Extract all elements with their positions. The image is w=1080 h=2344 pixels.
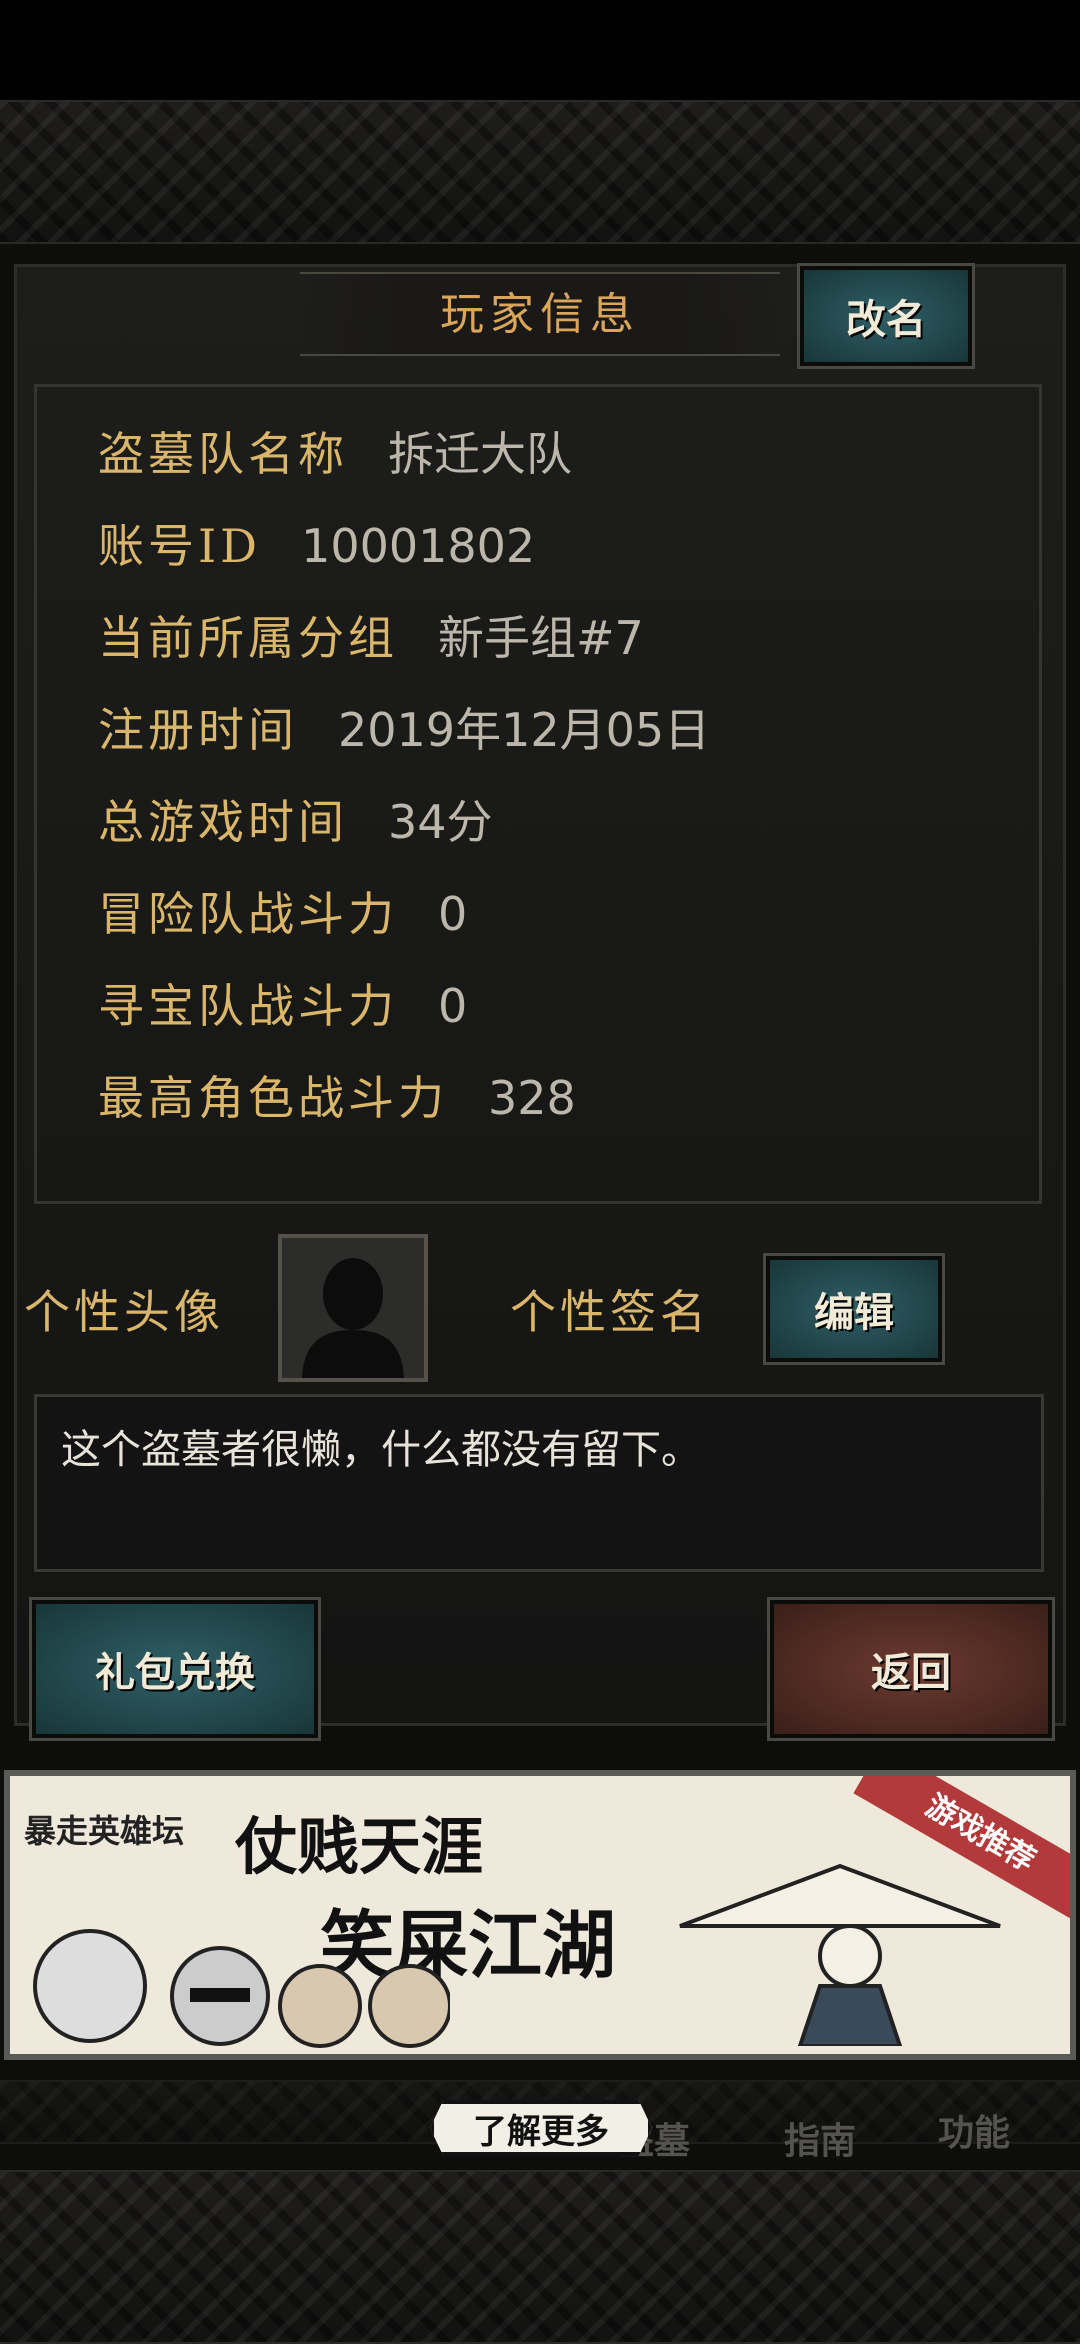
info-label: 最高角色战斗力 <box>98 1071 448 1125</box>
ad-banner[interactable]: 暴走英雄坛 仗贱天涯 笑屎江湖 游戏推荐 <box>4 1770 1076 2060</box>
info-label: 总游戏时间 <box>98 795 348 849</box>
info-label: 注册时间 <box>98 703 298 757</box>
edit-signature-button[interactable]: 编辑 <box>763 1253 945 1365</box>
info-value: 0 <box>438 979 468 1033</box>
info-row-treasure-power: 寻宝队战斗力 0 <box>98 970 467 1036</box>
info-row-team-name: 盗墓队名称 拆迁大队 <box>98 418 572 484</box>
back-button[interactable]: 返回 <box>767 1597 1055 1741</box>
info-row-register-time: 注册时间 2019年12月05日 <box>98 694 710 760</box>
info-label: 冒险队战斗力 <box>98 887 398 941</box>
info-value: 34分 <box>388 795 493 849</box>
info-value: 10001802 <box>301 519 536 573</box>
info-label: 盗墓队名称 <box>98 427 348 481</box>
info-row-play-time: 总游戏时间 34分 <box>98 786 493 852</box>
info-label: 寻宝队战斗力 <box>98 979 398 1033</box>
ad-headline-1: 仗贱天涯 <box>235 1810 484 1883</box>
avatar-silhouette-icon <box>282 1238 424 1378</box>
info-label: 账号ID <box>98 519 262 573</box>
stone-frieze-top <box>0 100 1080 244</box>
ad-faces-illustration-icon <box>33 1929 450 2048</box>
signature-text: 这个盗墓者很懒，什么都没有留下。 <box>34 1394 1044 1572</box>
rename-button[interactable]: 改名 <box>797 263 975 369</box>
info-value: 2019年12月05日 <box>338 703 711 757</box>
info-row-adventure-power: 冒险队战斗力 0 <box>98 878 467 944</box>
info-value: 新手组#7 <box>438 611 644 665</box>
nav-item-functions[interactable]: 功能 <box>938 2104 1010 2156</box>
gift-redeem-button[interactable]: 礼包兑换 <box>29 1597 321 1741</box>
nav-item-guide[interactable]: 指南 <box>784 2112 856 2164</box>
page-title: 玩家信息 <box>440 289 640 340</box>
info-label: 当前所属分组 <box>98 611 398 665</box>
info-row-group: 当前所属分组 新手组#7 <box>98 602 644 668</box>
signature-label: 个性签名 <box>510 1285 710 1339</box>
ad-logo: 暴走英雄坛 <box>24 1812 185 1850</box>
info-value: 拆迁大队 <box>388 427 572 481</box>
ad-character-illustration-icon <box>679 1863 1001 2046</box>
learn-more-button[interactable]: 了解更多 <box>430 2100 652 2156</box>
info-row-account-id: 账号ID 10001802 <box>98 510 535 576</box>
info-value: 328 <box>488 1071 576 1125</box>
info-value: 0 <box>438 887 468 941</box>
avatar-label: 个性头像 <box>24 1285 224 1339</box>
stone-frieze-bottom <box>0 2170 1080 2344</box>
avatar[interactable] <box>278 1234 428 1382</box>
info-row-top-character-power: 最高角色战斗力 328 <box>98 1062 576 1128</box>
status-bar-area <box>0 0 1080 100</box>
